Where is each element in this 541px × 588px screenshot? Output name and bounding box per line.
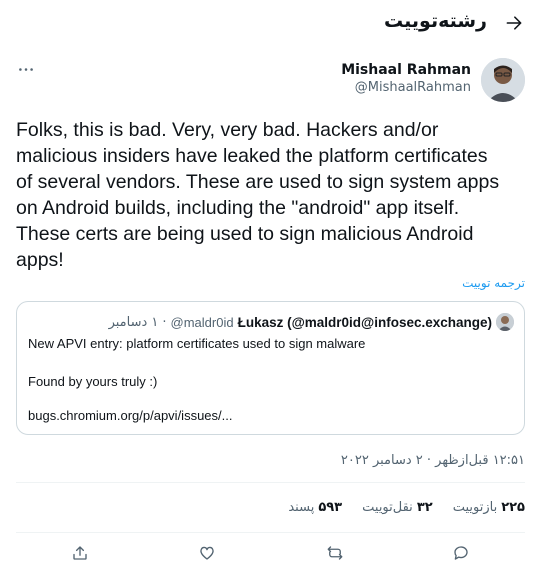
tweet-line: These certs are being used to sign malic… bbox=[16, 223, 474, 245]
quoted-author-name: Łukasz (@maldr0id@infosec.exchange) bbox=[237, 314, 492, 330]
author-name[interactable]: Mishaal Rahman bbox=[341, 62, 471, 78]
retweets-count: ۲۲۵ bbox=[501, 500, 525, 515]
author-row: Mishaal Rahman @MishaalRahman bbox=[0, 58, 541, 106]
like-heart-icon[interactable] bbox=[196, 542, 218, 564]
quotes-count: ۳۲ bbox=[416, 500, 433, 515]
likes-label: پسند bbox=[288, 500, 315, 515]
quoted-date: ۱ دسامبر bbox=[108, 314, 159, 330]
share-icon[interactable] bbox=[69, 542, 91, 564]
reply-icon[interactable] bbox=[450, 542, 472, 564]
likes-stat[interactable]: ۵۹۳ پسند bbox=[288, 500, 342, 518]
likes-count: ۵۹۳ bbox=[318, 500, 343, 515]
tweet-line: of several vendors. These are used to si… bbox=[16, 171, 500, 193]
tweet-line: on Android builds, including the "androi… bbox=[16, 197, 460, 219]
header-bar: رشته‌توییت bbox=[0, 0, 541, 46]
retweet-icon[interactable] bbox=[324, 542, 346, 564]
retweets-stat[interactable]: ۲۲۵ بازتوییت bbox=[453, 500, 525, 518]
more-options-icon[interactable] bbox=[16, 60, 36, 78]
quoted-tweet-header: Łukasz (@maldr0id@infosec.exchange) @mal… bbox=[109, 313, 514, 331]
retweets-label: بازتوییت bbox=[452, 500, 498, 515]
quoted-text-line: Found by yours truly :) bbox=[28, 374, 158, 389]
quoted-avatar bbox=[496, 313, 514, 331]
tweet-line: malicious insiders have leaked the platf… bbox=[16, 145, 488, 167]
quoted-link[interactable]: bugs.chromium.org/p/apvi/issues/... bbox=[28, 408, 232, 423]
arrow-right-icon[interactable] bbox=[503, 12, 525, 34]
quoted-text-line: New APVI entry: platform certificates us… bbox=[28, 336, 366, 351]
quoted-tweet[interactable]: Łukasz (@maldr0id@infosec.exchange) @mal… bbox=[16, 301, 525, 435]
translate-tweet-link[interactable]: ترجمه توییت bbox=[462, 276, 525, 290]
quoted-author-handle: @maldr0id bbox=[170, 314, 234, 330]
page-title: رشته‌توییت bbox=[384, 10, 487, 32]
divider bbox=[16, 532, 525, 533]
divider bbox=[16, 482, 525, 483]
quotes-stat[interactable]: ۳۲ نقل‌توییت bbox=[362, 500, 433, 518]
engagement-stats: ۲۲۵ بازتوییت ۳۲ نقل‌توییت ۵۹۳ پسند bbox=[268, 500, 525, 518]
avatar[interactable] bbox=[481, 58, 525, 102]
quotes-label: نقل‌توییت bbox=[362, 500, 413, 515]
author-handle[interactable]: @MishaalRahman bbox=[355, 80, 471, 95]
tweet-timestamp[interactable]: ۱۲:۵۱ قبل‌ازظهر · ۲ دسامبر ۲۰۲۲ bbox=[341, 453, 525, 468]
tweet-line: Folks, this is bad. Very, very bad. Hack… bbox=[16, 119, 439, 141]
tweet-line: apps! bbox=[16, 249, 64, 271]
action-bar bbox=[0, 540, 541, 566]
separator-dot: · bbox=[162, 314, 167, 330]
tweet-text: Folks, this is bad. Very, very bad. Hack… bbox=[16, 117, 526, 273]
